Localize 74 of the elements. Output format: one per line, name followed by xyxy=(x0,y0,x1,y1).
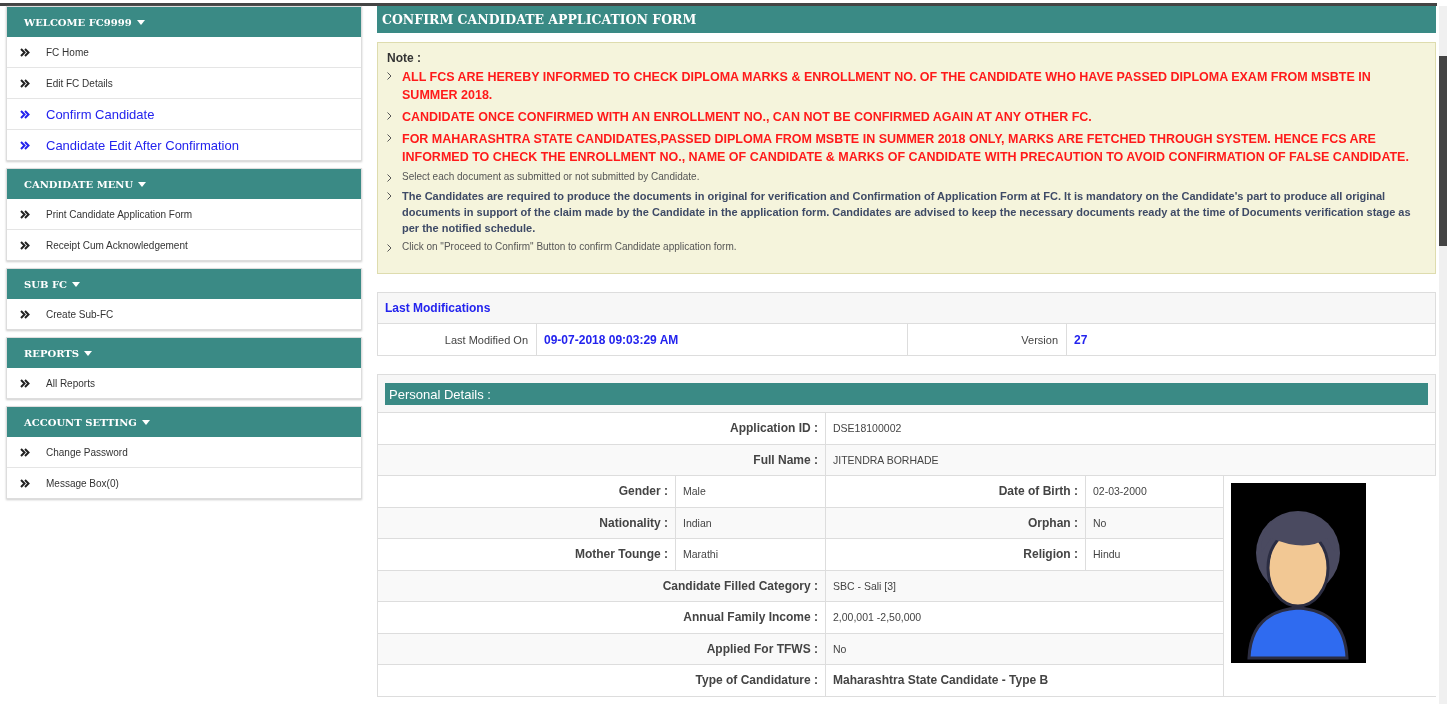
sidebar-item[interactable]: Create Sub-FC xyxy=(7,299,361,329)
sidebar-item[interactable]: FC Home xyxy=(7,37,361,67)
field-label: Full Name : xyxy=(378,444,826,476)
menu-section-header[interactable]: ACCOUNT SETTING xyxy=(7,407,361,437)
field-label: Candidate Filled Category : xyxy=(378,570,826,602)
double-chevron-icon xyxy=(20,309,30,319)
field-label: Mother Tounge : xyxy=(378,539,676,571)
sidebar-item[interactable]: Confirm Candidate xyxy=(7,98,361,129)
menu-section-header[interactable]: WELCOME FC9999 xyxy=(7,7,361,37)
caret-icon xyxy=(71,281,80,287)
double-chevron-icon xyxy=(20,378,30,388)
field-label: Applied For TFWS : xyxy=(378,633,826,665)
field-label: Annual Family Income : xyxy=(378,602,826,634)
field-value: SBC - Sali [3] xyxy=(826,570,1224,602)
chevron-icon xyxy=(387,134,392,142)
panel-title: Last Modifications xyxy=(385,301,491,315)
chevron-icon xyxy=(387,192,392,200)
double-chevron-icon xyxy=(20,240,30,250)
note-text: ALL FCS ARE HEREBY INFORMED TO CHECK DIPLOMA MARKS & ENROLLMENT NO. OF THE CANDIDATE WHO HAVE PASSED DIPLOMA EXAM FROM MSBTE IN SUMMER 2018. xyxy=(402,69,1372,104)
menu-section-header[interactable]: CANDIDATE MENU xyxy=(7,169,361,199)
caret-icon xyxy=(83,350,92,356)
note-text: The Candidates are required to produce the documents in original for verification and Confirmation of Application Form at FC. It is mandatory on the Candidate's part to produce all original documents in support of the claim made by the Candidate in the application form. Candidates are advised to keep the necessary documents ready at the time of Documents verification stage as per the notified schedule. xyxy=(402,189,1412,236)
double-chevron-icon xyxy=(20,209,30,219)
field-label: Type of Candidature : xyxy=(378,665,826,697)
double-chevron-icon xyxy=(20,109,30,119)
note-title: Note : xyxy=(387,51,422,65)
field-value: No xyxy=(826,633,1224,665)
caret-icon xyxy=(138,181,147,187)
field-label: Orphan : xyxy=(826,507,1086,539)
double-chevron-icon xyxy=(20,447,30,457)
scrollbar[interactable] xyxy=(1439,6,1447,704)
note-text: Select each document as submitted or not submitted by Candidate. xyxy=(402,170,700,184)
chevron-icon xyxy=(387,72,392,80)
caret-icon xyxy=(136,19,145,25)
chevron-icon xyxy=(387,112,392,120)
field-label: Last Modified On xyxy=(378,324,537,355)
field-value: 02-03-2000 xyxy=(1086,476,1224,508)
double-chevron-icon xyxy=(20,478,30,488)
field-value: No xyxy=(1086,507,1224,539)
double-chevron-icon xyxy=(20,47,30,57)
page-title: CONFIRM CANDIDATE APPLICATION FORM xyxy=(377,6,1436,33)
field-label: Application ID : xyxy=(378,413,826,445)
field-value: Male xyxy=(676,476,826,508)
sidebar-item[interactable]: Candidate Edit After Confirmation xyxy=(7,129,361,160)
field-label: Religion : xyxy=(826,539,1086,571)
field-value: Indian xyxy=(676,507,826,539)
field-value: 27 xyxy=(1073,331,1089,349)
field-value: JITENDRA BORHADE xyxy=(826,444,1436,476)
sidebar-item[interactable]: Print Candidate Application Form xyxy=(7,199,361,229)
menu-section-header[interactable]: REPORTS xyxy=(7,338,361,368)
sidebar-item[interactable]: Message Box(0) xyxy=(7,467,361,498)
double-chevron-icon xyxy=(20,140,30,150)
sidebar-item[interactable]: Edit FC Details xyxy=(7,67,361,98)
menu-section-header[interactable]: SUB FC xyxy=(7,269,361,299)
field-label: Version xyxy=(908,324,1067,355)
field-label: Nationality : xyxy=(378,507,676,539)
double-chevron-icon xyxy=(20,78,30,88)
field-label: Date of Birth : xyxy=(826,476,1086,508)
field-value: 09-07-2018 09:03:29 AM xyxy=(537,324,908,355)
field-value: Maharashtra State Candidate - Type B xyxy=(826,665,1224,697)
section-header: Personal Details : xyxy=(385,383,1428,405)
caret-icon xyxy=(141,419,150,425)
note-text: Click on "Proceed to Confirm" Button to confirm Candidate application form. xyxy=(402,240,737,254)
sidebar-item[interactable]: Change Password xyxy=(7,437,361,467)
note-text: CANDIDATE ONCE CONFIRMED WITH AN ENROLLMENT NO., CAN NOT BE CONFIRMED AGAIN AT ANY OTHER FC. xyxy=(402,109,1092,126)
field-label: Gender : xyxy=(378,476,676,508)
note-text: FOR MAHARASHTRA STATE CANDIDATES,PASSED DIPLOMA FROM MSBTE IN SUMMER 2018 ONLY, MARKS ARE FETCHED THROUGH SYSTEM. HENCE FCS ARE INFORMED TO CHECK THE ENROLLMENT NO., NAME OF CANDIDATE & MARKS OF CANDIDATE WITH PRECAUTION TO AVOID CONFIRMATION OF FALSE CANDIDATE. xyxy=(402,131,1410,166)
chevron-icon xyxy=(387,244,392,252)
sidebar-item[interactable]: All Reports xyxy=(7,368,361,398)
field-value: Marathi xyxy=(676,539,826,571)
sidebar-item[interactable]: Receipt Cum Acknowledgement xyxy=(7,229,361,260)
chevron-icon xyxy=(387,174,392,182)
field-value: Hindu xyxy=(1086,539,1224,571)
field-value: 2,00,001 -2,50,000 xyxy=(826,602,1224,634)
